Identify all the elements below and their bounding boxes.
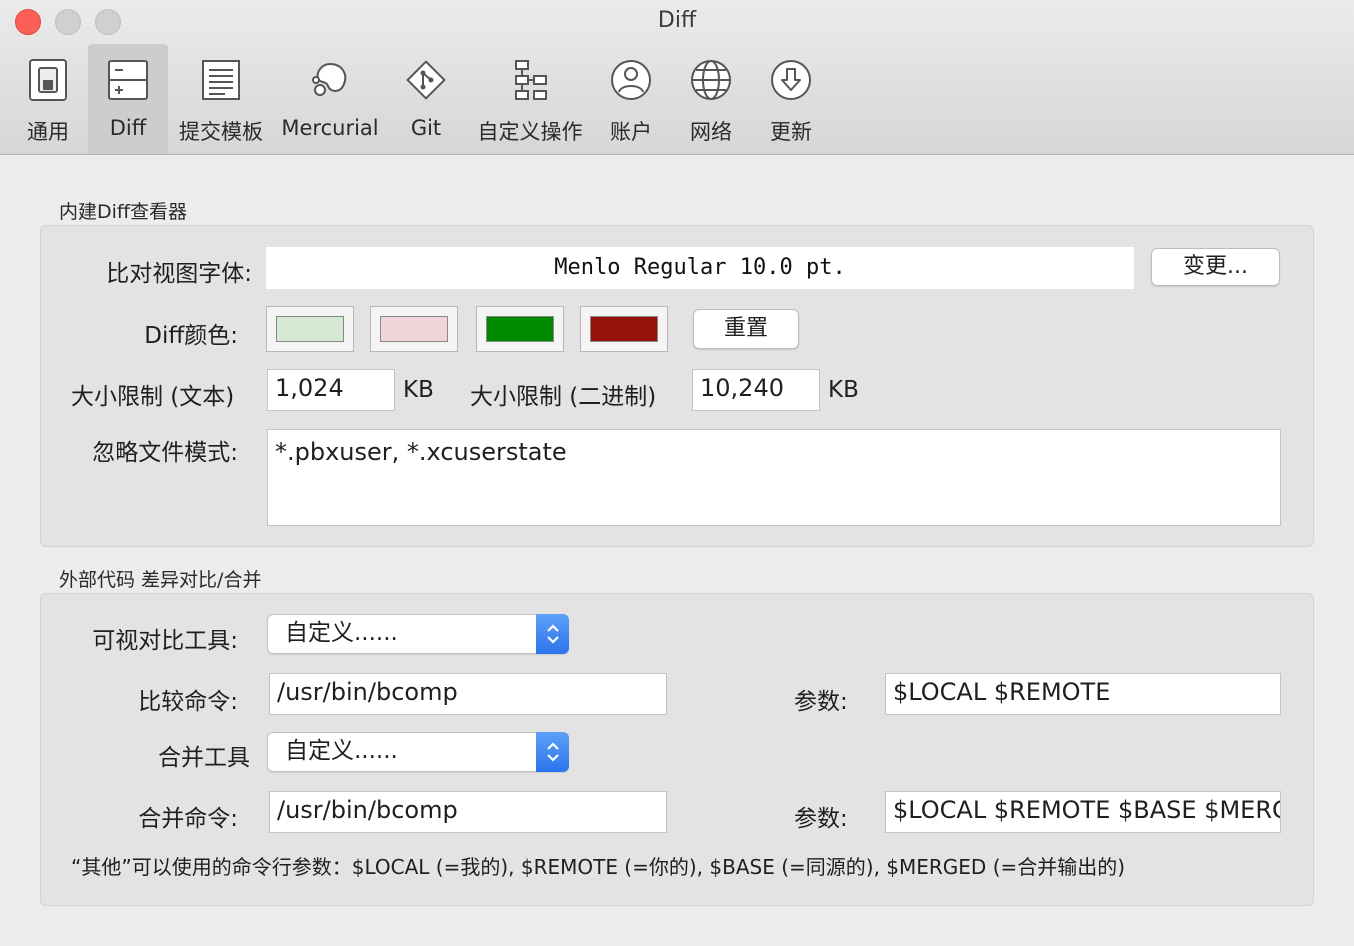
toolbar-item-label: 账户 [610,120,652,144]
account-icon [607,56,655,104]
added-text-color-well[interactable] [476,306,564,352]
toolbar-item-commit-template[interactable]: 提交模板 [174,44,268,154]
toolbar-item-label: 提交模板 [179,120,263,144]
added-line-color-well[interactable] [266,306,354,352]
custom-actions-icon [506,56,554,104]
window-title: Diff [657,8,697,33]
diff-args-input[interactable]: $LOCAL $REMOTE [885,673,1281,715]
toolbar-item-label: Git [410,116,442,140]
toolbar-item-label: 网络 [690,120,732,144]
git-icon [402,56,450,104]
diff-font-display: Menlo Regular 10.0 pt. [266,247,1134,289]
size-limit-text-label: 大小限制 (文本) [71,384,235,410]
merge-args-label: 参数: [794,806,848,832]
preferences-window: Diff 通用 Diff 提交模板 Mercurial Git 自定义操作 账户… [0,0,1354,946]
merge-args-input[interactable]: $LOCAL $REMOTE $BASE $MERGED [885,791,1281,833]
visual-diff-tool-value: 自定义...... [285,620,398,646]
template-icon [197,56,245,104]
added-line-color-swatch [276,316,344,342]
toolbar-item-label: 自定义操作 [477,120,583,144]
download-icon [767,56,815,104]
chevron-updown-icon [536,614,569,654]
diff-command-label: 比较命令: [138,689,238,715]
diff-font-label: 比对视图字体: [106,261,252,287]
removed-line-color-swatch [380,316,448,342]
merge-command-input[interactable]: /usr/bin/bcomp [269,791,667,833]
visual-diff-tool-popup[interactable]: 自定义...... [267,614,569,654]
removed-text-color-swatch [590,316,658,342]
diff-colors-label: Diff颜色: [144,323,238,349]
size-limit-text-input[interactable]: 1,024 [267,369,395,411]
toolbar-item-updates[interactable]: 更新 [758,44,824,154]
diff-command-input[interactable]: /usr/bin/bcomp [269,673,667,715]
toolbar-item-network[interactable]: 网络 [678,44,744,154]
switch-icon [24,56,72,104]
diff-icon [104,56,152,104]
title-bar: Diff 通用 Diff 提交模板 Mercurial Git 自定义操作 账户… [0,0,1354,155]
size-limit-binary-label: 大小限制 (二进制) [470,384,657,410]
mercurial-icon [306,56,354,104]
diff-args-label: 参数: [794,689,848,715]
removed-text-color-well[interactable] [580,306,668,352]
added-text-color-swatch [486,316,554,342]
external-diff-group-title: 外部代码 差异对比/合并 [59,569,262,591]
reset-colors-button[interactable]: 重置 [693,309,799,349]
toolbar-item-label: 通用 [27,120,69,144]
toolbar-item-git[interactable]: Git [390,44,462,154]
toolbar-item-accounts[interactable]: 账户 [598,44,664,154]
size-limit-text-unit: KB [403,377,434,403]
builtin-diff-group-title: 内建Diff查看器 [59,201,187,223]
removed-line-color-well[interactable] [370,306,458,352]
toolbar-item-label: 更新 [770,120,812,144]
merge-tool-popup[interactable]: 自定义...... [267,732,569,772]
change-font-button[interactable]: 变更... [1151,248,1280,286]
ignore-patterns-textarea[interactable]: *.pbxuser, *.xcuserstate [267,429,1281,526]
ignore-patterns-label: 忽略文件模式: [92,440,238,466]
toolbar-item-label: Diff [109,116,147,140]
merge-command-label: 合并命令: [138,806,238,832]
toolbar-item-general[interactable]: 通用 [8,44,88,154]
visual-diff-tool-label: 可视对比工具: [92,628,238,654]
toolbar-item-label: Mercurial [281,116,379,140]
size-limit-binary-input[interactable]: 10,240 [692,369,820,411]
command-args-help-text: “其他”可以使用的命令行参数：$LOCAL (=我的), $REMOTE (=你… [71,855,1126,879]
merge-tool-label: 合并工具 [158,745,250,771]
merge-tool-value: 自定义...... [285,738,398,764]
chevron-updown-icon [536,732,569,772]
size-limit-binary-unit: KB [828,377,859,403]
toolbar-item-mercurial[interactable]: Mercurial [278,44,382,154]
globe-icon [687,56,735,104]
toolbar-item-diff[interactable]: Diff [88,44,168,154]
toolbar-item-custom-actions[interactable]: 自定义操作 [472,44,588,154]
